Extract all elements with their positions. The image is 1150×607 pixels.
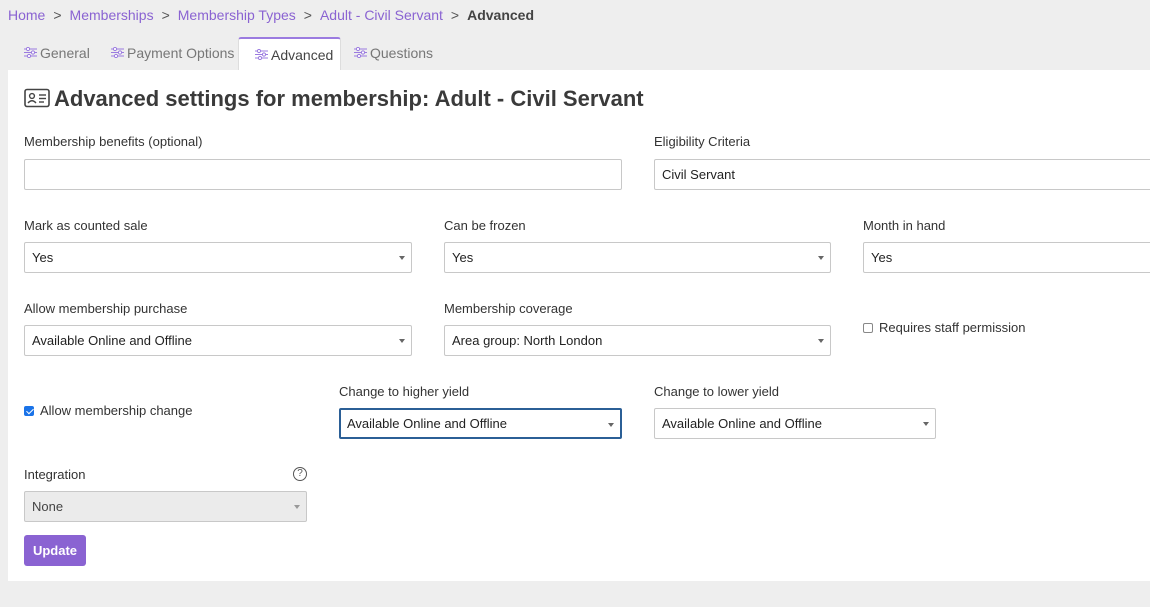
breadcrumb-separator: >	[450, 7, 460, 23]
counted-sale-select[interactable]: Yes	[24, 242, 412, 273]
benefits-input[interactable]	[24, 159, 622, 190]
eligibility-input[interactable]: Civil Servant	[654, 159, 1150, 190]
month-in-hand-select[interactable]: Yes	[863, 242, 1150, 273]
tab-label: General	[40, 45, 90, 61]
breadcrumb-current: Advanced	[467, 7, 535, 23]
page-title: Advanced settings for membership: Adult …	[24, 86, 644, 112]
sliders-icon	[24, 47, 37, 59]
checkbox-box[interactable]	[863, 322, 873, 333]
purchase-select[interactable]: Available Online and Offline	[24, 325, 412, 356]
breadcrumb-memberships[interactable]: Memberships	[70, 7, 154, 23]
benefits-label: Membership benefits (optional)	[24, 134, 203, 149]
allow-change-checkbox[interactable]: Allow membership change	[24, 403, 192, 418]
tab-label: Payment Options	[127, 45, 235, 61]
sliders-icon	[111, 47, 124, 59]
checkbox-box[interactable]	[24, 405, 34, 416]
sliders-icon	[354, 47, 367, 59]
frozen-select[interactable]: Yes	[444, 242, 831, 273]
help-icon[interactable]: ?	[293, 467, 307, 481]
breadcrumb: Home > Memberships > Membership Types > Adult …	[8, 7, 534, 23]
page-title-text: Advanced settings for membership: Adult …	[54, 86, 644, 111]
integration-label: Integration	[24, 467, 86, 482]
higher-yield-select[interactable]: Available Online and Offline	[339, 408, 622, 439]
tab-advanced[interactable]: Advanced	[238, 37, 341, 71]
update-button[interactable]: Update	[24, 535, 86, 566]
breadcrumb-home[interactable]: Home	[8, 7, 45, 23]
tab-payment-options[interactable]: Payment Options	[95, 37, 240, 70]
breadcrumb-separator: >	[303, 7, 312, 23]
purchase-label: Allow membership purchase	[24, 301, 188, 316]
integration-select: None	[24, 491, 307, 522]
tab-general[interactable]: General	[8, 37, 105, 70]
id-card-icon	[24, 88, 50, 108]
staff-permission-checkbox[interactable]: Requires staff permission	[863, 320, 1025, 335]
tab-label: Advanced	[271, 47, 334, 63]
breadcrumb-membership-types[interactable]: Membership Types	[178, 7, 296, 23]
coverage-select[interactable]: Area group: North London	[444, 325, 831, 356]
tab-label: Questions	[370, 45, 434, 61]
breadcrumb-membership[interactable]: Adult - Civil Servant	[320, 7, 443, 23]
sliders-icon	[255, 49, 268, 61]
allow-change-label: Allow membership change	[40, 403, 193, 418]
tab-questions[interactable]: Questions	[338, 37, 448, 70]
counted-sale-label: Mark as counted sale	[24, 218, 148, 233]
breadcrumb-separator: >	[53, 7, 62, 23]
coverage-label: Membership coverage	[444, 301, 573, 316]
lower-yield-label: Change to lower yield	[654, 384, 780, 399]
staff-permission-label: Requires staff permission	[879, 320, 1026, 335]
eligibility-label: Eligibility Criteria	[654, 134, 751, 149]
month-in-hand-label: Month in hand	[863, 218, 946, 233]
lower-yield-select[interactable]: Available Online and Offline	[654, 408, 936, 439]
higher-yield-label: Change to higher yield	[339, 384, 470, 399]
breadcrumb-separator: >	[161, 7, 170, 23]
frozen-label: Can be frozen	[444, 218, 526, 233]
